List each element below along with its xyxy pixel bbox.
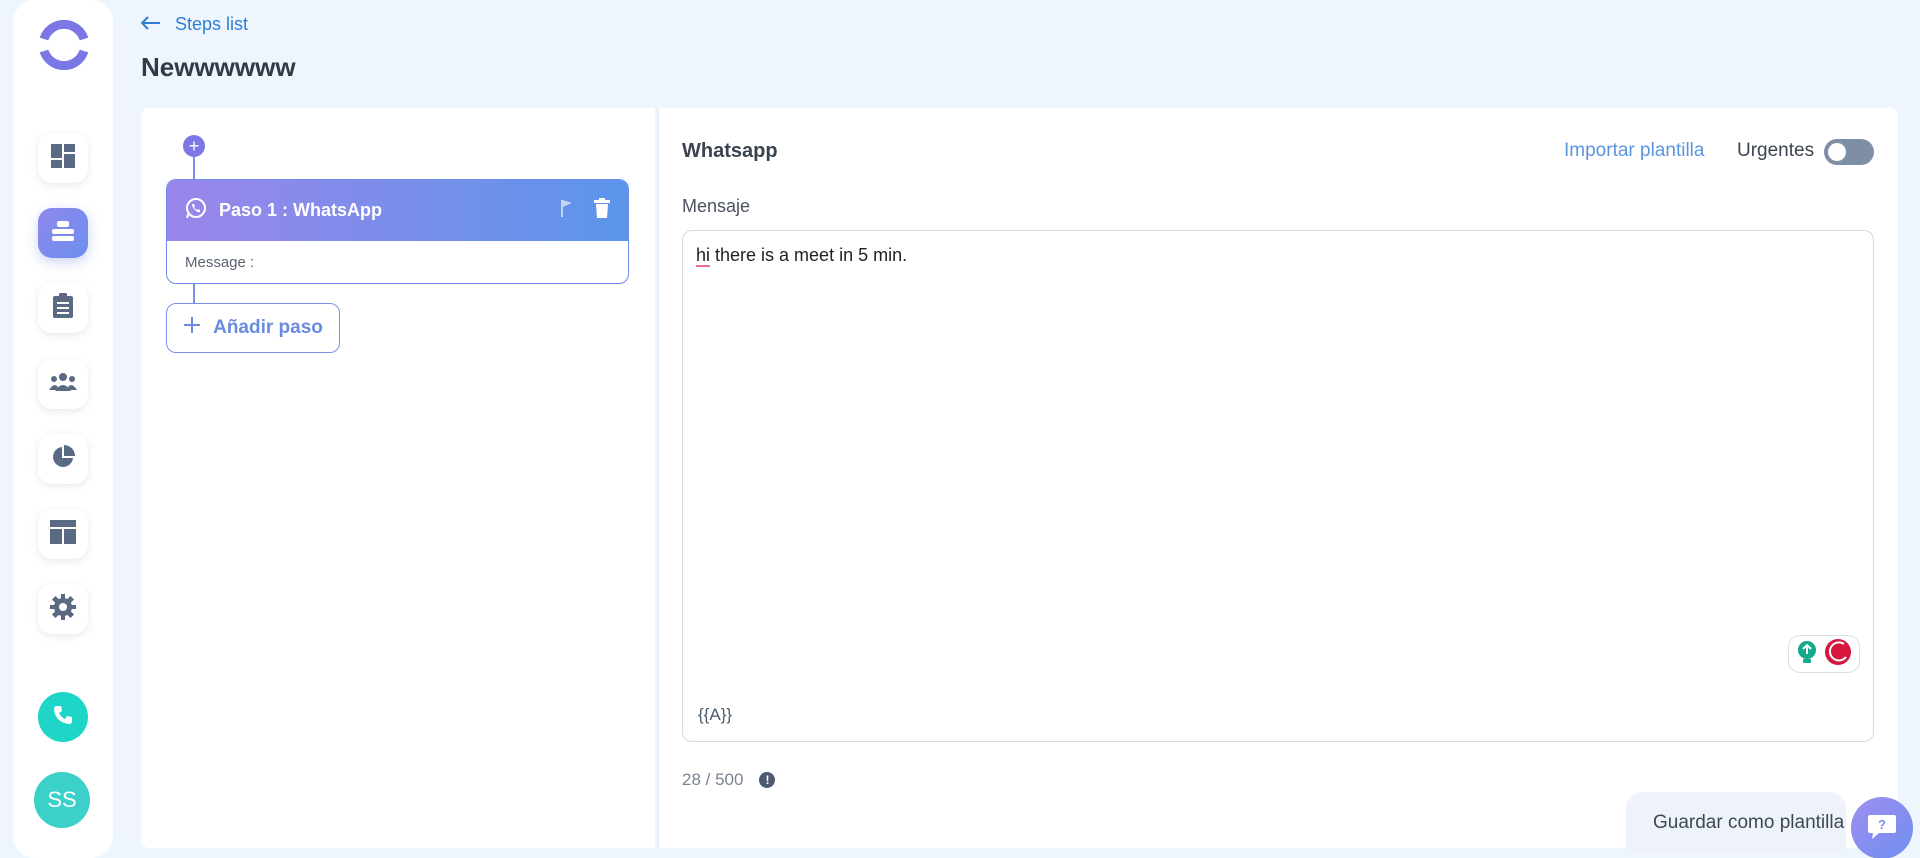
sidebar-item-tasks[interactable] <box>38 283 88 333</box>
help-chat-button[interactable]: ? <box>1851 797 1913 858</box>
gear-icon <box>50 593 76 625</box>
sidebar-item-templates[interactable] <box>38 509 88 559</box>
char-counter: 28 / 500 ! <box>682 770 776 790</box>
urgent-label: Urgentes <box>1737 140 1815 161</box>
connector-line <box>193 284 195 303</box>
import-template-link[interactable]: Importar plantilla <box>1564 140 1704 162</box>
trash-icon[interactable] <box>594 198 610 223</box>
layout-icon <box>50 519 76 549</box>
step-header: Paso 1 : WhatsApp <box>167 180 628 241</box>
sidebar-item-reports[interactable] <box>38 434 88 484</box>
flag-icon[interactable] <box>560 199 574 222</box>
message-label: Mensaje <box>682 196 751 216</box>
clipboard-icon <box>51 292 75 324</box>
sidebar-item-contacts[interactable] <box>38 359 88 409</box>
sidebar-item-settings[interactable] <box>38 584 88 634</box>
campaign-icon <box>50 218 76 249</box>
plus-icon <box>183 316 201 340</box>
step-body: Message : <box>185 254 255 271</box>
toggle-knob <box>1828 143 1846 161</box>
phone-button[interactable] <box>38 692 88 742</box>
message-text: hi there is a meet in 5 min. <box>696 245 908 267</box>
info-icon[interactable]: ! <box>759 772 776 788</box>
message-rest: there is a meet in 5 min. <box>710 245 908 265</box>
save-template-button[interactable]: Guardar como plantilla <box>1626 792 1846 852</box>
whatsapp-icon <box>185 197 207 224</box>
pie-chart-icon <box>51 444 75 474</box>
sidebar-item-campaigns[interactable] <box>38 208 88 258</box>
extension-icons[interactable] <box>1788 635 1860 673</box>
insert-step-button[interactable]: + <box>183 135 205 157</box>
page-title: Newwwwww <box>141 52 296 82</box>
add-step-button[interactable]: Añadir paso <box>166 303 340 353</box>
misspelled-word: hi <box>696 245 711 267</box>
plus-icon: + <box>188 136 200 156</box>
add-step-label: Añadir paso <box>213 317 323 338</box>
urgent-toggle[interactable] <box>1824 139 1874 165</box>
step-title: Paso 1 : WhatsApp <box>219 200 383 220</box>
sidebar: SS <box>13 0 113 858</box>
char-count: 28 / 500 <box>682 770 744 789</box>
variable-tag[interactable]: {{A}} <box>698 705 732 725</box>
connector-line <box>193 157 195 179</box>
phone-icon <box>53 705 73 730</box>
app-logo[interactable] <box>39 19 89 71</box>
sidebar-item-dashboard[interactable] <box>38 133 88 183</box>
arrow-left-icon <box>140 14 161 35</box>
grammar-bulb-icon[interactable] <box>1796 640 1818 669</box>
dashboard-icon <box>50 143 76 174</box>
avatar[interactable]: SS <box>34 772 90 828</box>
users-icon <box>49 371 77 398</box>
channel-title: Whatsapp <box>682 140 778 162</box>
back-link[interactable]: Steps list <box>140 14 249 35</box>
message-textarea[interactable]: hi there is a meet in 5 min. {{A}} <box>682 230 1874 742</box>
back-link-label: Steps list <box>175 14 249 34</box>
step-card[interactable]: Paso 1 : WhatsApp Message : <box>166 179 629 284</box>
svg-text:?: ? <box>1878 817 1886 832</box>
record-icon[interactable] <box>1824 638 1852 671</box>
help-chat-icon: ? <box>1867 812 1897 845</box>
